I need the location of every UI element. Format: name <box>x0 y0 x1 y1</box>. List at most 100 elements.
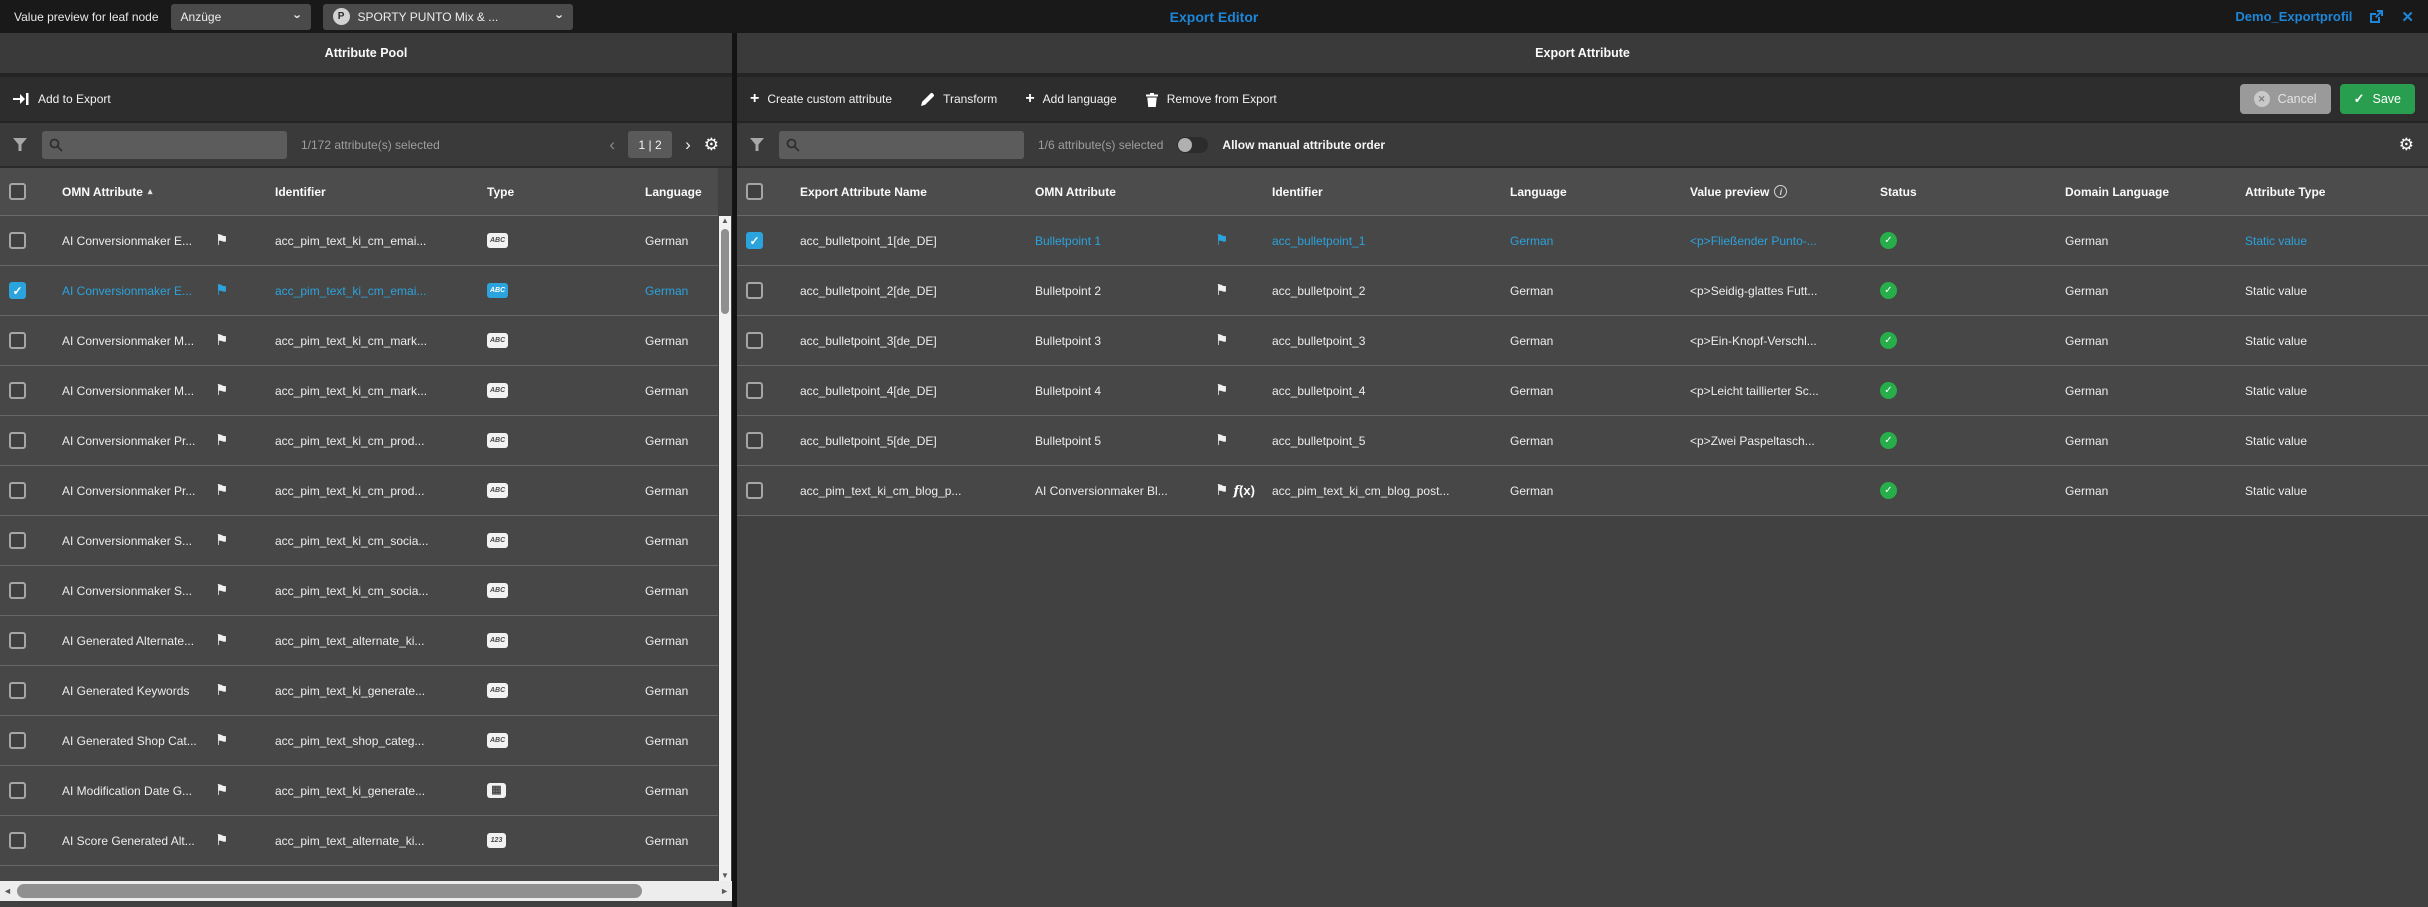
export-attribute-row[interactable]: ✓acc_bulletpoint_1[de_DE]Bulletpoint 1⚑a… <box>737 216 2428 266</box>
filter-funnel-icon[interactable] <box>750 138 765 151</box>
cancel-button[interactable]: ✕ Cancel <box>2240 84 2331 114</box>
export-attribute-row[interactable]: acc_bulletpoint_4[de_DE]Bulletpoint 4⚑ac… <box>737 366 2428 416</box>
type-abc-icon: ABC <box>487 233 508 248</box>
attribute-pool-row[interactable]: ✓AI Conversionmaker E...⚑acc_pim_text_ki… <box>0 266 718 316</box>
row-checkbox[interactable] <box>746 432 763 449</box>
row-checkbox[interactable] <box>746 382 763 399</box>
select-all-checkbox[interactable] <box>9 183 26 200</box>
search-input[interactable] <box>806 138 1017 152</box>
add-language-button[interactable]: + Add language <box>1025 91 1116 107</box>
chevron-down-icon: › <box>291 14 306 18</box>
row-checkbox[interactable] <box>746 282 763 299</box>
domain-language-cell: German <box>2065 284 2245 298</box>
checkbox-cell <box>0 232 62 249</box>
export-attribute-row[interactable]: acc_bulletpoint_2[de_DE]Bulletpoint 2⚑ac… <box>737 266 2428 316</box>
attribute-pool-row[interactable]: AI Conversionmaker M...⚑acc_pim_text_ki_… <box>0 366 718 416</box>
open-external-icon[interactable] <box>2368 8 2385 25</box>
row-checkbox[interactable] <box>9 432 26 449</box>
scroll-up-icon[interactable]: ▲ <box>721 216 729 226</box>
column-export-attribute-name[interactable]: Export Attribute Name <box>800 185 1035 199</box>
type-cell: ABC <box>487 433 645 448</box>
export-attribute-row[interactable]: acc_pim_text_ki_cm_blog_p...AI Conversio… <box>737 466 2428 516</box>
attribute-pool-row[interactable]: AI Conversionmaker Pr...⚑acc_pim_text_ki… <box>0 466 718 516</box>
scroll-down-icon[interactable]: ▼ <box>721 871 729 881</box>
column-omn-attribute[interactable]: OMN Attribute ▴ <box>62 185 275 199</box>
attribute-pool-row[interactable]: AI Score Generated Sh...⚑acc_pim_text_al… <box>0 866 718 881</box>
close-icon[interactable]: ✕ <box>2401 8 2414 26</box>
type-abc-icon: ABC <box>487 483 508 498</box>
value-preview-cell: <p>Fließender Punto-... <box>1690 234 1880 248</box>
attribute-pool-row[interactable]: AI Score Generated Alt...⚑acc_pim_text_a… <box>0 816 718 866</box>
attribute-type-cell: Static value <box>2245 234 2428 248</box>
attribute-type-cell: Static value <box>2245 284 2428 298</box>
row-checkbox[interactable] <box>9 332 26 349</box>
product-dropdown[interactable]: P SPORTY PUNTO Mix & ... › <box>323 4 573 30</box>
transform-button[interactable]: Transform <box>920 92 997 107</box>
column-attribute-type[interactable]: Attribute Type <box>2245 185 2428 199</box>
type-abc-icon: ABC <box>487 733 508 748</box>
gear-icon[interactable]: ⚙ <box>704 136 719 153</box>
row-checkbox[interactable] <box>9 632 26 649</box>
row-checkbox[interactable]: ✓ <box>9 282 26 299</box>
status-ok-icon: ✓ <box>1880 382 1897 399</box>
sort-asc-icon: ▴ <box>148 186 153 197</box>
category-dropdown-value: Anzüge <box>181 10 222 24</box>
attribute-pool-row[interactable]: AI Modification Date G...⚑acc_pim_text_k… <box>0 766 718 816</box>
page-prev-icon[interactable]: ‹ <box>609 135 615 155</box>
attribute-pool-row[interactable]: AI Generated Shop Cat...⚑acc_pim_text_sh… <box>0 716 718 766</box>
omn-attribute-cell: Bulletpoint 5 <box>1035 434 1215 448</box>
column-language[interactable]: Language <box>1510 185 1690 199</box>
save-button[interactable]: ✓ Save <box>2340 84 2415 114</box>
column-identifier[interactable]: Identifier <box>275 185 487 199</box>
row-checkbox[interactable] <box>9 582 26 599</box>
row-checkbox[interactable] <box>746 482 763 499</box>
attribute-pool-row[interactable]: AI Conversionmaker Pr...⚑acc_pim_text_ki… <box>0 416 718 466</box>
scroll-right-icon[interactable]: ► <box>720 886 729 896</box>
scrollbar-thumb[interactable] <box>721 229 729 314</box>
type-123-icon: 123 <box>487 833 506 848</box>
row-checkbox[interactable] <box>9 382 26 399</box>
filter-funnel-icon[interactable] <box>13 138 28 151</box>
row-checkbox[interactable] <box>9 832 26 849</box>
attribute-pool-row[interactable]: AI Generated Keywords⚑acc_pim_text_ki_ge… <box>0 666 718 716</box>
scrollbar-thumb[interactable] <box>17 884 642 898</box>
row-checkbox[interactable] <box>9 482 26 499</box>
gear-icon[interactable]: ⚙ <box>2399 136 2414 153</box>
select-all-checkbox[interactable] <box>746 183 763 200</box>
row-checkbox[interactable] <box>9 232 26 249</box>
column-identifier[interactable]: Identifier <box>1272 185 1510 199</box>
page-next-icon[interactable]: › <box>685 135 691 155</box>
omn-attribute-value: AI Conversionmaker S... <box>62 584 192 598</box>
attribute-pool-row[interactable]: AI Conversionmaker M...⚑acc_pim_text_ki_… <box>0 316 718 366</box>
column-omn-attribute[interactable]: OMN Attribute <box>1035 185 1215 199</box>
column-domain-language[interactable]: Domain Language <box>2065 185 2245 199</box>
manual-order-toggle[interactable] <box>1177 137 1208 153</box>
column-type[interactable]: Type <box>487 185 645 199</box>
column-status[interactable]: Status <box>1880 185 2065 199</box>
attribute-pool-row[interactable]: AI Conversionmaker S...⚑acc_pim_text_ki_… <box>0 566 718 616</box>
attribute-pool-row[interactable]: AI Generated Alternate...⚑acc_pim_text_a… <box>0 616 718 666</box>
row-checkbox[interactable] <box>9 682 26 699</box>
attribute-type-cell: Static value <box>2245 434 2428 448</box>
row-checkbox[interactable] <box>9 782 26 799</box>
column-language[interactable]: Language <box>645 185 718 199</box>
column-value-preview[interactable]: Value preview i <box>1690 185 1880 199</box>
row-checkbox[interactable] <box>9 532 26 549</box>
export-attribute-row[interactable]: acc_bulletpoint_5[de_DE]Bulletpoint 5⚑ac… <box>737 416 2428 466</box>
export-attribute-title: Export Attribute <box>737 33 2428 77</box>
remove-from-export-button[interactable]: Remove from Export <box>1145 92 1277 107</box>
row-checkbox[interactable]: ✓ <box>746 232 763 249</box>
search-input[interactable] <box>69 138 280 152</box>
omn-attribute-cell: AI Modification Date G...⚑ <box>62 784 275 798</box>
create-custom-attribute-button[interactable]: + Create custom attribute <box>750 91 892 107</box>
category-dropdown[interactable]: Anzüge › <box>171 4 311 30</box>
add-to-export-button[interactable]: Add to Export <box>13 92 111 106</box>
attribute-pool-row[interactable]: AI Conversionmaker E...⚑acc_pim_text_ki_… <box>0 216 718 266</box>
row-checkbox[interactable] <box>9 732 26 749</box>
row-checkbox[interactable] <box>746 332 763 349</box>
export-attribute-row[interactable]: acc_bulletpoint_3[de_DE]Bulletpoint 3⚑ac… <box>737 316 2428 366</box>
horizontal-scrollbar[interactable]: ◄ ► <box>0 881 732 901</box>
vertical-scrollbar[interactable]: ▲ ▼ <box>719 216 731 881</box>
attribute-pool-row[interactable]: AI Conversionmaker S...⚑acc_pim_text_ki_… <box>0 516 718 566</box>
scroll-left-icon[interactable]: ◄ <box>3 886 12 896</box>
